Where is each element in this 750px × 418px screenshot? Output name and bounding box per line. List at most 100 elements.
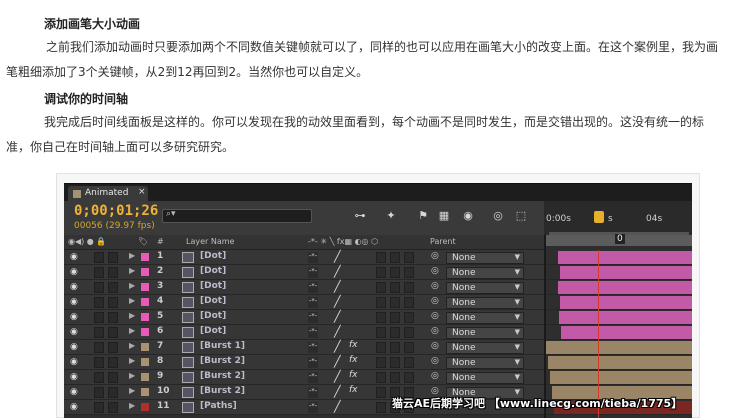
label-color-swatch[interactable] bbox=[141, 283, 149, 291]
switch-box[interactable] bbox=[376, 402, 386, 413]
shy-switch[interactable]: -*- bbox=[308, 342, 318, 353]
quality-slash-icon[interactable]: ╱ bbox=[334, 280, 341, 293]
current-time-display[interactable]: 0;00;01;26 bbox=[74, 203, 158, 219]
playhead-handle[interactable] bbox=[594, 211, 604, 223]
eye-icon[interactable]: ◉ bbox=[70, 312, 78, 322]
eye-icon[interactable]: ◉ bbox=[70, 402, 78, 412]
solo-checkbox[interactable] bbox=[94, 372, 104, 383]
draft-3d-icon[interactable]: ✦ bbox=[382, 208, 400, 224]
time-ruler[interactable]: 0:00s s 04s bbox=[544, 201, 692, 235]
switch-box[interactable] bbox=[390, 342, 400, 353]
lock-checkbox[interactable] bbox=[108, 357, 118, 368]
expand-triangle-icon[interactable]: ▶ bbox=[129, 356, 135, 365]
layer-duration-bar[interactable] bbox=[558, 281, 692, 294]
shy-switch[interactable]: -*- bbox=[308, 297, 318, 308]
expand-triangle-icon[interactable]: ▶ bbox=[129, 341, 135, 350]
effects-switch[interactable]: fx bbox=[349, 385, 358, 395]
parent-select[interactable]: None ▼ bbox=[446, 282, 524, 294]
eye-icon[interactable]: ◉ bbox=[70, 282, 78, 292]
brainstorm-icon[interactable]: ⬚ bbox=[512, 208, 530, 224]
expand-triangle-icon[interactable]: ▶ bbox=[129, 296, 135, 305]
eye-icon[interactable]: ◉ bbox=[70, 297, 78, 307]
panel-divider[interactable] bbox=[544, 235, 546, 418]
shy-switch[interactable]: -*- bbox=[308, 372, 318, 383]
lock-checkbox[interactable] bbox=[108, 342, 118, 353]
eye-icon[interactable]: ◉ bbox=[70, 372, 78, 382]
pick-whip-icon[interactable]: ◎ bbox=[431, 341, 439, 351]
lock-checkbox[interactable] bbox=[108, 372, 118, 383]
layer-duration-bar[interactable] bbox=[544, 341, 692, 354]
switch-box[interactable] bbox=[390, 327, 400, 338]
layer-duration-bar[interactable] bbox=[560, 296, 692, 309]
parent-select[interactable]: None ▼ bbox=[446, 372, 524, 384]
layer-duration-bar[interactable] bbox=[561, 326, 692, 339]
pick-whip-icon[interactable]: ◎ bbox=[431, 281, 439, 291]
switch-box[interactable] bbox=[390, 357, 400, 368]
layer-name[interactable]: [Dot] bbox=[200, 251, 226, 261]
label-color-swatch[interactable] bbox=[141, 343, 149, 351]
eye-icon[interactable]: ◉ bbox=[70, 387, 78, 397]
solo-checkbox[interactable] bbox=[94, 312, 104, 323]
effects-switch[interactable]: fx bbox=[349, 355, 358, 365]
solo-checkbox[interactable] bbox=[94, 297, 104, 308]
switch-box[interactable] bbox=[404, 267, 414, 278]
solo-checkbox[interactable] bbox=[94, 252, 104, 263]
eye-icon[interactable]: ◉ bbox=[70, 252, 78, 262]
switch-box[interactable] bbox=[390, 297, 400, 308]
shy-switch[interactable]: -*- bbox=[308, 402, 318, 413]
layer-name[interactable]: [Dot] bbox=[200, 296, 226, 306]
switch-box[interactable] bbox=[404, 342, 414, 353]
layer-name[interactable]: [Burst 2] bbox=[200, 371, 245, 381]
expand-triangle-icon[interactable]: ▶ bbox=[129, 371, 135, 380]
lock-checkbox[interactable] bbox=[108, 297, 118, 308]
layer-name[interactable]: [Burst 2] bbox=[200, 386, 245, 396]
shy-switch[interactable]: -*- bbox=[308, 267, 318, 278]
expand-triangle-icon[interactable]: ▶ bbox=[129, 386, 135, 395]
label-color-swatch[interactable] bbox=[141, 373, 149, 381]
lock-checkbox[interactable] bbox=[108, 312, 118, 323]
quality-slash-icon[interactable]: ╱ bbox=[334, 250, 341, 263]
switch-box[interactable] bbox=[376, 357, 386, 368]
quality-slash-icon[interactable]: ╱ bbox=[334, 310, 341, 323]
lock-checkbox[interactable] bbox=[108, 252, 118, 263]
pick-whip-icon[interactable]: ◎ bbox=[431, 326, 439, 336]
layer-name[interactable]: [Dot] bbox=[200, 266, 226, 276]
switch-box[interactable] bbox=[376, 312, 386, 323]
label-color-swatch[interactable] bbox=[141, 268, 149, 276]
pick-whip-icon[interactable]: ◎ bbox=[431, 311, 439, 321]
parent-select[interactable]: None ▼ bbox=[446, 267, 524, 279]
switch-box[interactable] bbox=[390, 312, 400, 323]
label-color-swatch[interactable] bbox=[141, 328, 149, 336]
parent-select[interactable]: None ▼ bbox=[446, 252, 524, 264]
frame-blending-icon[interactable]: ▦ bbox=[435, 208, 453, 224]
solo-checkbox[interactable] bbox=[94, 342, 104, 353]
quality-slash-icon[interactable]: ╱ bbox=[334, 265, 341, 278]
label-color-swatch[interactable] bbox=[141, 388, 149, 396]
shy-switch[interactable]: -*- bbox=[308, 357, 318, 368]
switch-box[interactable] bbox=[390, 282, 400, 293]
shy-switch[interactable]: -*- bbox=[308, 282, 318, 293]
switch-box[interactable] bbox=[376, 252, 386, 263]
lock-checkbox[interactable] bbox=[108, 402, 118, 413]
solo-checkbox[interactable] bbox=[94, 282, 104, 293]
shy-switch[interactable]: -*- bbox=[308, 387, 318, 398]
expand-triangle-icon[interactable]: ▶ bbox=[129, 311, 135, 320]
expand-triangle-icon[interactable]: ▶ bbox=[129, 251, 135, 260]
pick-whip-icon[interactable]: ◎ bbox=[431, 371, 439, 381]
layer-duration-bar[interactable] bbox=[559, 311, 692, 324]
layer-name[interactable]: [Paths] bbox=[200, 401, 237, 411]
eye-icon[interactable]: ◉ bbox=[70, 327, 78, 337]
layer-duration-bar[interactable] bbox=[548, 356, 692, 369]
switch-box[interactable] bbox=[376, 282, 386, 293]
eye-icon[interactable]: ◉ bbox=[70, 267, 78, 277]
solo-checkbox[interactable] bbox=[94, 402, 104, 413]
quality-slash-icon[interactable]: ╱ bbox=[334, 355, 341, 368]
quality-slash-icon[interactable]: ╱ bbox=[334, 340, 341, 353]
switch-box[interactable] bbox=[404, 297, 414, 308]
parent-select[interactable]: None ▼ bbox=[446, 312, 524, 324]
label-color-swatch[interactable] bbox=[141, 313, 149, 321]
layer-name[interactable]: [Dot] bbox=[200, 311, 226, 321]
quality-slash-icon[interactable]: ╱ bbox=[334, 295, 341, 308]
label-color-swatch[interactable] bbox=[141, 298, 149, 306]
effects-switch[interactable]: fx bbox=[349, 340, 358, 350]
